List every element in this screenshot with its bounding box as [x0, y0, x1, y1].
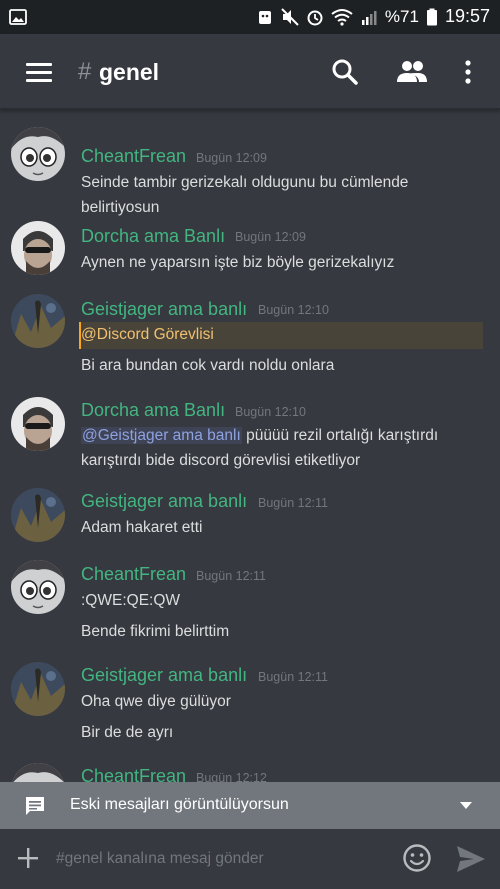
emoji-icon[interactable] [402, 843, 432, 873]
timestamp: Bugün 12:10 [235, 405, 306, 419]
jump-down-icon[interactable] [460, 802, 472, 809]
avatar[interactable] [11, 488, 65, 542]
channel-hash-icon: # [78, 58, 92, 85]
members-icon[interactable] [396, 58, 428, 86]
avatar[interactable] [11, 397, 65, 451]
status-bar: %71 19:57 [0, 0, 500, 34]
search-icon[interactable] [331, 58, 359, 86]
channel-title: genel [99, 59, 160, 85]
user-mention[interactable]: @Geistjager ama banlı [81, 427, 242, 444]
banner-text: Eski mesajları görüntülüyorsun [70, 796, 289, 813]
message-text: Bi ara bundan cok vardı noldu onlara [81, 357, 335, 374]
wifi-icon [331, 8, 353, 26]
battery-icon [426, 8, 437, 25]
more-options-icon[interactable] [460, 58, 476, 86]
username[interactable]: Dorcha ama Banlı [81, 400, 225, 421]
message-text: belirtiyosun [81, 199, 160, 216]
app-bar: # genel [0, 34, 500, 110]
username[interactable]: CheantFrean [81, 564, 186, 585]
avatar[interactable] [11, 662, 65, 716]
avatar[interactable] [11, 294, 65, 348]
hamburger-menu-icon[interactable] [26, 63, 52, 82]
username[interactable]: Geistjager ama banlı [81, 491, 247, 512]
message-text: Seinde tambir gerizekalı oldugunu bu cüm… [81, 174, 409, 191]
username[interactable]: Geistjager ama banlı [81, 665, 247, 686]
send-icon[interactable] [456, 845, 486, 873]
clock: 19:57 [444, 6, 490, 26]
android-icon [258, 10, 271, 24]
timestamp: Bugün 12:09 [196, 151, 267, 165]
timestamp: Bugün 12:11 [258, 670, 328, 684]
avatar[interactable] [11, 560, 65, 614]
message-text: Bende fikrimi belirttim [81, 623, 230, 640]
message-text-rest: püüüü rezil ortalığı karıştırdı [241, 427, 439, 444]
user-mention[interactable]: @Discord Görevlisi [81, 326, 214, 344]
timestamp: Bugün 12:09 [235, 230, 306, 244]
old-messages-banner[interactable]: Eski mesajları görüntülüyorsun [0, 782, 500, 829]
username[interactable]: CheantFrean [81, 766, 186, 782]
signal-icon [361, 10, 377, 25]
battery-percent: %71 [384, 6, 419, 26]
timestamp: Bugün 12:11 [196, 569, 266, 583]
message-list[interactable]: CheantFrean Bugün 12:09 Seinde tambir ge… [0, 112, 500, 782]
message-text: @Geistjager ama banlı püüüü rezil ortalı… [81, 427, 438, 445]
message-text: Bir de de ayrı [81, 724, 174, 741]
alarm-icon [307, 10, 323, 25]
message-text: karıştırdı bide discord görevlisi etiket… [81, 452, 361, 469]
mute-icon [281, 7, 299, 26]
message-text: Oha qwe diye gülüyor [81, 693, 231, 710]
timestamp: Bugün 12:11 [258, 496, 328, 510]
message-text: Aynen ne yaparsın işte biz böyle gerizek… [81, 254, 395, 271]
avatar[interactable] [11, 221, 65, 275]
avatar[interactable] [11, 127, 65, 181]
message-composer: #genel kanalına mesaj gönder [0, 829, 500, 889]
add-attachment-icon[interactable] [17, 847, 39, 869]
timestamp: Bugün 12:10 [258, 303, 329, 317]
chat-message-icon [26, 797, 44, 815]
gallery-notification-icon [9, 8, 27, 31]
message-text: Adam hakaret etti [81, 519, 203, 536]
username[interactable]: CheantFrean [81, 146, 186, 167]
message-text: :QWE:QE:QW [81, 592, 181, 609]
username[interactable]: Geistjager ama banlı [81, 299, 247, 320]
timestamp: Bugün 12:12 [196, 771, 267, 782]
username[interactable]: Dorcha ama Banlı [81, 226, 225, 247]
message-input[interactable]: #genel kanalına mesaj gönder [56, 850, 264, 868]
avatar[interactable] [11, 763, 65, 782]
